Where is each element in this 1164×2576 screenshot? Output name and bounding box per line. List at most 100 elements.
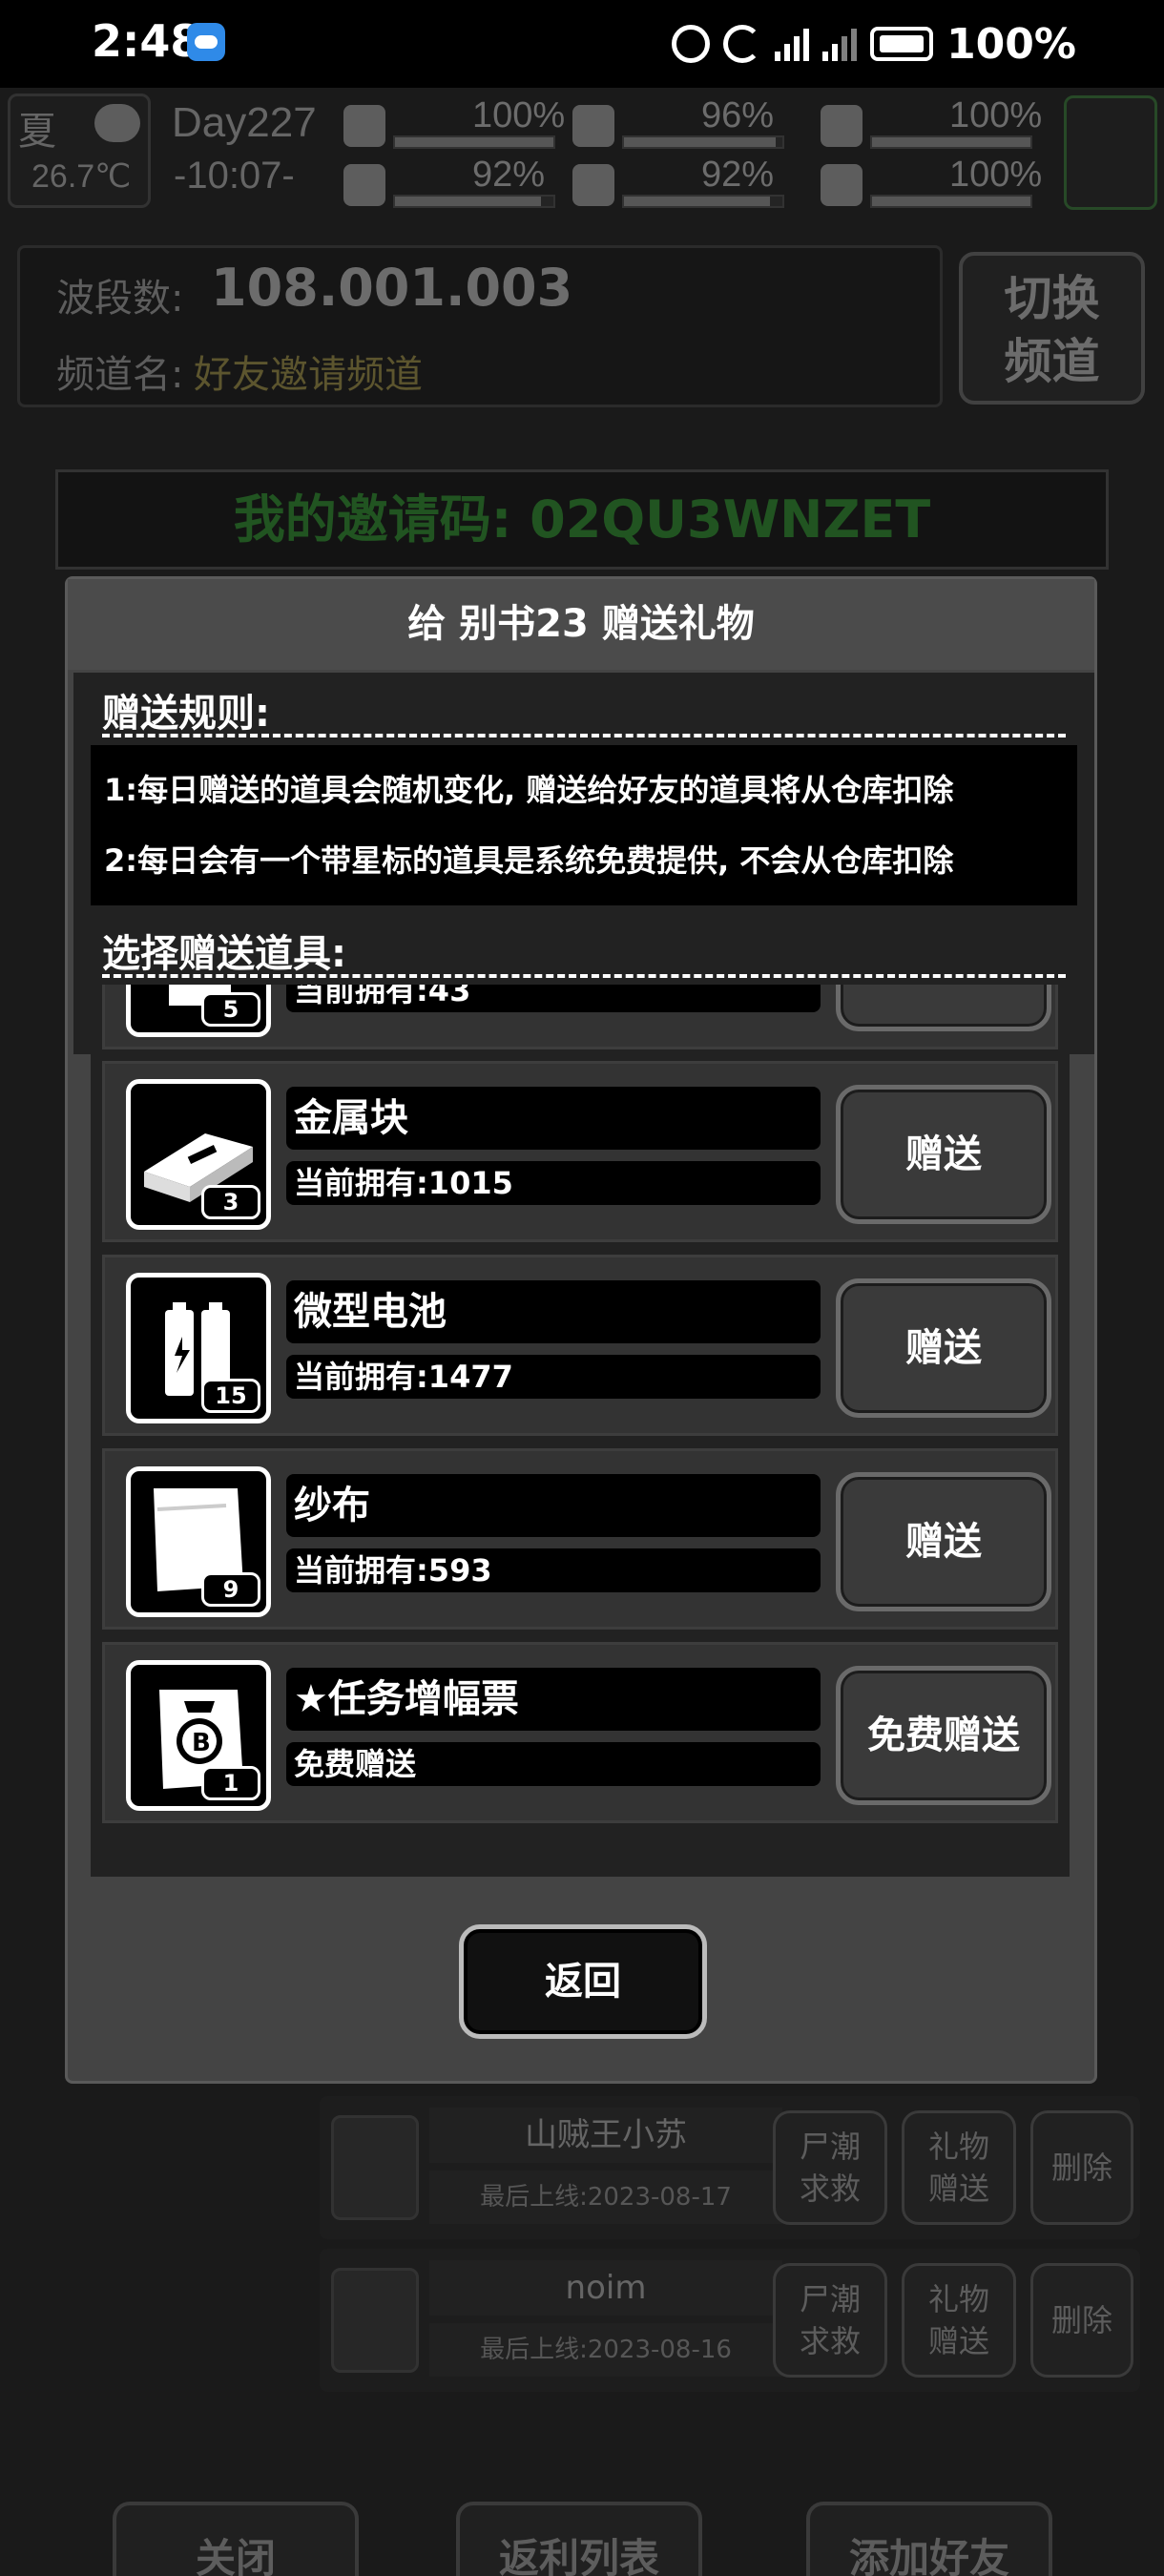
item-owned-count: 当前拥有:1477 [286,1355,821,1399]
heart-icon [821,164,863,206]
zombie-help-label: 尸潮 求救 [799,2129,861,2207]
cloudy-icon [94,104,140,142]
item-quantity-badge: 1 [201,1766,260,1800]
stat-value: 100% [949,95,1043,135]
invite-code-text: 我的邀请码: 02QU3WNZET [233,489,931,550]
rules-box: 1:每日赠送的道具会随机变化, 赠送给好友的道具将从仓库扣除 2:每日会有一个带… [91,745,1077,905]
rule-line-2: 2:每日会有一个带星标的道具是系统免费提供, 不会从仓库扣除 [104,842,954,879]
delete-friend-button[interactable]: 删除 [1030,2263,1133,2378]
battery-saver-icon [870,27,934,61]
gift-friend-label: 礼物 赠送 [927,2129,989,2207]
close-label: 关闭 [195,2535,276,2576]
gift-friend-label: 礼物 赠送 [927,2281,989,2359]
gift-friend-button[interactable]: 礼物 赠送 [902,2110,1016,2225]
stat-bar [622,195,784,208]
hotspot-icon [723,25,762,63]
rebate-list-label: 返利列表 [498,2535,659,2576]
stat-bar [870,195,1032,208]
medkit-icon [343,105,385,147]
gift-dialog: 给 别书23 赠送礼物 赠送规则: 1:每日赠送的道具会随机变化, 赠送给好友的… [65,576,1097,2084]
gift-button[interactable]: 赠送 [836,985,1051,1031]
stat-bar [393,135,555,149]
channel-label: 频道名: [56,353,184,397]
temperature-label: 26.7℃ [31,158,132,195]
dialog-title: 给 别书23 赠送礼物 [68,579,1094,670]
friend-last-online: 最后上线:2023-08-16 [429,2323,782,2377]
free-gift-button[interactable]: 免费赠送 [836,1666,1051,1805]
item-quantity-badge: 5 [201,992,260,1027]
signal-4g-2-icon [822,27,858,61]
armor-icon [821,105,863,147]
close-button[interactable]: 关闭 [113,2502,359,2576]
radio-panel: 波段数: 108.001.003 频道名: 好友邀请频道 [17,245,943,407]
gift-friend-button[interactable]: 礼物 赠送 [902,2263,1016,2378]
stomach-icon [572,105,614,147]
switch-channel-label: 切换 频道 [1004,271,1100,389]
star-icon[interactable] [331,2115,419,2220]
stat-value: 100% [949,155,1043,195]
rule-line-1: 1:每日赠送的道具会随机变化, 赠送给好友的道具将从仓库扣除 [104,772,954,808]
gift-button[interactable]: 赠送 [836,1085,1051,1224]
divider [102,734,1066,737]
stat-value: 100% [472,95,566,135]
channel-value: 好友邀请频道 [194,353,423,397]
item-quantity-badge: 3 [201,1185,260,1219]
add-friend-label: 添加好友 [848,2535,1009,2576]
delete-friend-label: 删除 [1050,2150,1112,2186]
stamina-icon [343,164,385,206]
gauze-icon: 9 [126,1466,271,1617]
rules-title: 赠送规则: [102,692,270,736]
gift-button[interactable]: 赠送 [836,1278,1051,1418]
zombie-help-button[interactable]: 尸潮 求救 [773,2263,887,2378]
gift-item: 3 金属块 当前拥有:1015 赠送 [102,1061,1058,1242]
battery-percent: 100% [946,19,1076,69]
delete-friend-label: 删除 [1050,2302,1112,2338]
map-button[interactable] [1064,95,1157,210]
status-time: 2:48 [92,15,201,67]
item-quantity-badge: 9 [201,1572,260,1607]
gift-item: 9 纱布 当前拥有:593 赠送 [102,1448,1058,1630]
zombie-help-button[interactable]: 尸潮 求救 [773,2110,887,2225]
item-name: 微型电池 [286,1280,821,1343]
item-owned-count: 当前拥有:1015 [286,1161,821,1205]
add-friend-button[interactable]: 添加好友 [806,2502,1052,2576]
gift-button[interactable]: 赠送 [836,1472,1051,1611]
status-bar: 2:48 100% [0,0,1164,88]
friend-name: 山贼王小苏 [429,2108,782,2163]
battery-icon: 15 [126,1273,271,1423]
rebate-list-button[interactable]: 返利列表 [456,2502,702,2576]
stat-bar [870,135,1032,149]
stat-value: 92% [472,155,546,195]
weather-app-icon [187,23,225,61]
weather-panel: 夏 26.7℃ [8,93,151,208]
back-button[interactable]: 返回 [459,1924,707,2039]
item-name: ★任务增幅票 [286,1668,821,1731]
star-icon[interactable] [331,2268,419,2373]
gift-item: 15 微型电池 当前拥有:1477 赠送 [102,1255,1058,1436]
item-name: 纱布 [286,1474,821,1537]
stat-bar [393,195,555,208]
stat-bar [622,135,784,149]
svg-text:B: B [192,1729,211,1757]
item-quantity-badge: 15 [201,1379,260,1413]
band-label: 波段数: [56,277,184,321]
season-label: 夏 [18,111,56,153]
day-label: Day227 [172,99,317,146]
friend-name: noim [429,2260,782,2316]
friend-last-online: 最后上线:2023-08-17 [429,2171,782,2224]
stat-value: 92% [701,155,775,195]
item-owned-count: 当前拥有:593 [286,1548,821,1592]
friend-row: noim 最后上线:2023-08-16 尸潮 求救 礼物 赠送 删除 [320,2249,1140,2392]
item-owned-count: 免费赠送 [286,1742,821,1786]
signal-4g-1-icon [775,27,810,61]
choose-title: 选择赠送道具: [102,932,346,976]
alarm-icon [672,25,711,63]
zombie-help-label: 尸潮 求救 [799,2281,861,2359]
water-icon [572,164,614,206]
fuel-can-icon: 5 [126,985,271,1037]
gift-item: B 1 ★任务增幅票 免费赠送 免费赠送 [102,1642,1058,1823]
delete-friend-button[interactable]: 删除 [1030,2110,1133,2225]
gift-item-list[interactable]: 5 燃油 当前拥有:43 赠送 3 金属块 当前拥有:1015 赠送 15 微型… [91,985,1070,1877]
friend-row: 山贼王小苏 最后上线:2023-08-17 尸潮 求救 礼物 赠送 删除 [320,2096,1140,2239]
switch-channel-button[interactable]: 切换 频道 [959,252,1145,405]
